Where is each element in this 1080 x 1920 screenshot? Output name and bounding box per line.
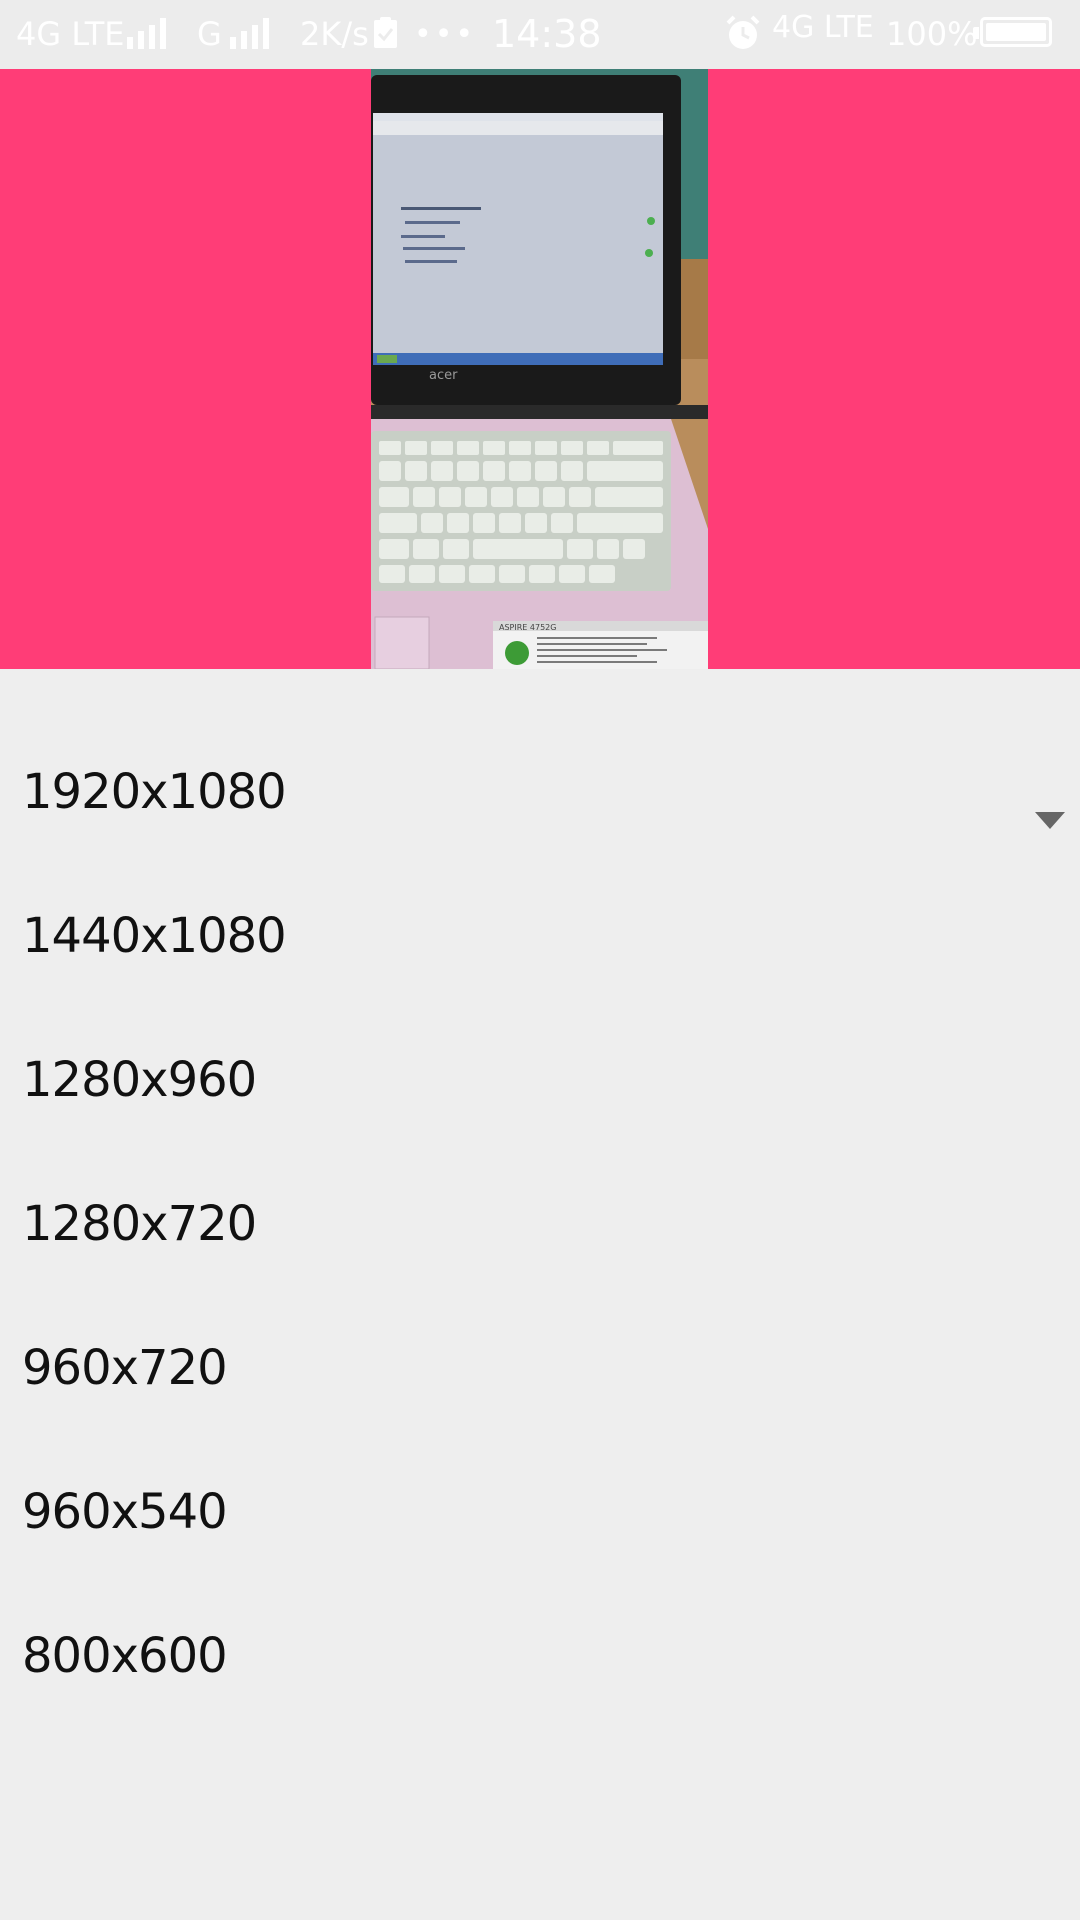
resolution-option[interactable]: 1440x1080 — [0, 864, 1080, 1008]
clipboard-check-icon — [374, 17, 397, 48]
camera-preview[interactable]: acer ASPIRE 4752G — [0, 69, 1080, 669]
resolution-option[interactable]: 800x600 — [0, 1584, 1080, 1728]
alarm-icon — [726, 15, 760, 49]
signal-icon — [127, 18, 166, 49]
signal-icon-second — [230, 18, 269, 49]
network-label-second: G — [197, 15, 222, 53]
status-bar: 4G LTE G 2K/s ••• 14:38 4G LTE 100% — [0, 0, 1080, 69]
resolution-option[interactable]: 960x540 — [0, 1440, 1080, 1584]
network-label-left: 4G LTE — [16, 15, 125, 53]
network-label-right: 4G LTE — [772, 10, 874, 45]
resolution-list: 1920x1080 1440x1080 1280x960 1280x720 96… — [0, 669, 1080, 1728]
resolution-option[interactable]: 1920x1080 — [0, 720, 1080, 864]
preview-photo: acer ASPIRE 4752G — [371, 69, 708, 669]
clock: 14:38 — [492, 12, 602, 56]
triangle-down-icon[interactable] — [1035, 812, 1065, 829]
screen: 4G LTE G 2K/s ••• 14:38 4G LTE 100% acer… — [0, 0, 1080, 1920]
photo-model-label: ASPIRE 4752G — [499, 623, 556, 632]
resolution-option[interactable]: 960x720 — [0, 1296, 1080, 1440]
battery-icon — [973, 17, 1052, 47]
resolution-option[interactable]: 1280x960 — [0, 1008, 1080, 1152]
notification-dots: ••• — [414, 17, 477, 52]
network-speed: 2K/s — [300, 15, 369, 53]
resolution-option[interactable]: 1280x720 — [0, 1152, 1080, 1296]
photo-brand-label: acer — [429, 368, 458, 383]
battery-percent: 100% — [886, 15, 978, 53]
